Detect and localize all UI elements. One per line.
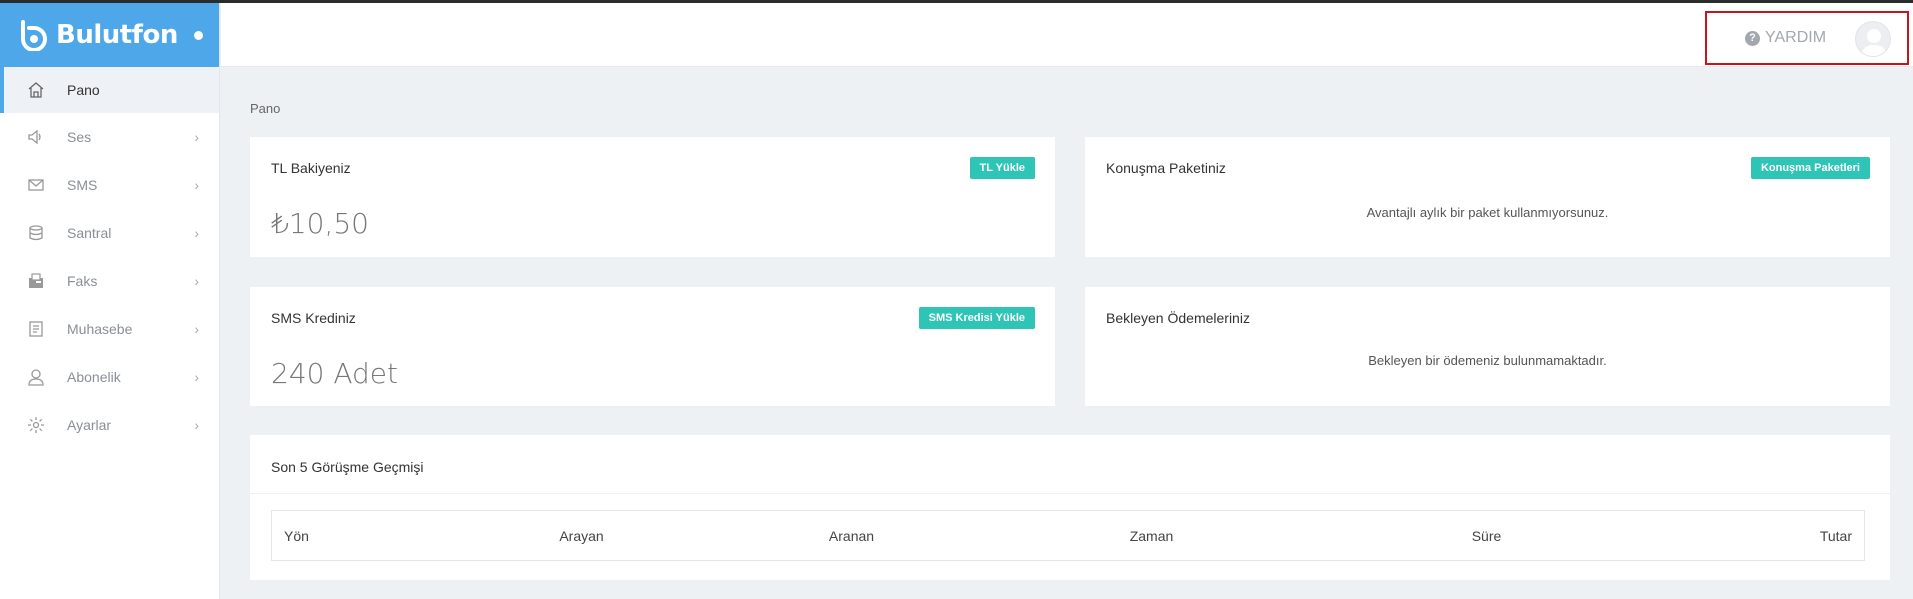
help-link[interactable]: ? YARDIM <box>1745 29 1826 47</box>
brand-bar[interactable]: Bulutfon <box>0 3 219 67</box>
chevron-right-icon: › <box>194 273 199 289</box>
top-header: ? YARDIM <box>221 3 1913 67</box>
column-header[interactable]: Yön <box>272 511 452 561</box>
sidebar-item-label: Ses <box>67 129 92 145</box>
document-icon <box>26 319 46 339</box>
call-history-card: Son 5 Görüşme Geçmişi Yön Arayan Aranan … <box>250 435 1890 580</box>
sidebar-item-label: Faks <box>67 273 98 289</box>
pending-payments-card: Bekleyen Ödemeleriniz Bekleyen bir ödeme… <box>1085 287 1890 406</box>
card-title: TL Bakiyeniz <box>271 160 351 176</box>
brand-status-dot <box>193 30 203 40</box>
chevron-right-icon: › <box>194 417 199 433</box>
help-user-area: ? YARDIM <box>1705 11 1909 65</box>
sidebar-item-label: Abonelik <box>67 369 121 385</box>
sms-credit-value: 240 Adet <box>271 357 398 390</box>
window-top-border <box>0 0 1913 3</box>
envelope-icon <box>26 175 46 195</box>
column-header[interactable]: Arayan <box>452 511 712 561</box>
speaker-icon <box>26 127 46 147</box>
sidebar-item-label: Santral <box>67 225 112 241</box>
help-label: YARDIM <box>1765 29 1827 46</box>
chevron-right-icon: › <box>194 321 199 337</box>
bulutfon-logo-icon <box>16 17 52 53</box>
sidebar-item-muhasebe[interactable]: Muhasebe › <box>0 305 219 353</box>
column-header[interactable]: Zaman <box>992 511 1312 561</box>
tl-load-button[interactable]: TL Yükle <box>969 157 1035 179</box>
sidebar-nav: Pano Ses › SMS › Santral › Faks › Muhase… <box>0 67 219 449</box>
sidebar-item-santral[interactable]: Santral › <box>0 209 219 257</box>
sidebar-item-sms[interactable]: SMS › <box>0 161 219 209</box>
gear-icon <box>26 415 46 435</box>
avatar[interactable] <box>1855 21 1891 57</box>
home-icon <box>26 80 46 100</box>
sidebar-item-pano[interactable]: Pano <box>0 67 219 113</box>
user-icon <box>26 367 46 387</box>
chevron-right-icon: › <box>194 129 199 145</box>
column-header[interactable]: Aranan <box>712 511 992 561</box>
breadcrumb[interactable]: Pano <box>250 101 280 116</box>
chevron-right-icon: › <box>194 177 199 193</box>
call-packages-button[interactable]: Konuşma Paketleri <box>1750 157 1870 179</box>
package-message: Avantajlı aylık bir paket kullanmıyorsun… <box>1366 205 1609 220</box>
divider <box>250 493 1890 494</box>
sidebar-item-ses[interactable]: Ses › <box>0 113 219 161</box>
question-circle-icon: ? <box>1745 30 1760 46</box>
sidebar: Bulutfon Pano Ses › SMS › Santral › Faks… <box>0 3 220 599</box>
sidebar-item-label: Ayarlar <box>67 417 112 433</box>
sidebar-item-faks[interactable]: Faks › <box>0 257 219 305</box>
call-history-table: Yön Arayan Aranan Zaman Süre Tutar <box>271 510 1865 561</box>
sidebar-item-ayarlar[interactable]: Ayarlar › <box>0 401 219 449</box>
table-header-row: Yön Arayan Aranan Zaman Süre Tutar <box>272 511 1865 561</box>
fax-icon <box>26 271 46 291</box>
card-title: Son 5 Görüşme Geçmişi <box>271 459 424 475</box>
call-package-card: Konuşma Paketiniz Konuşma Paketleri Avan… <box>1085 137 1890 257</box>
tl-balance-value: ₺10,50 <box>271 207 369 240</box>
sidebar-item-label: SMS <box>67 177 98 193</box>
chevron-right-icon: › <box>194 225 199 241</box>
sms-credit-load-button[interactable]: SMS Kredisi Yükle <box>918 307 1035 329</box>
tl-balance-card: TL Bakiyeniz TL Yükle ₺10,50 <box>250 137 1055 257</box>
column-header[interactable]: Tutar <box>1662 511 1865 561</box>
sidebar-item-label: Pano <box>67 82 100 98</box>
card-title: SMS Krediniz <box>271 310 356 326</box>
sidebar-item-abonelik[interactable]: Abonelik › <box>0 353 219 401</box>
brand-name: Bulutfon <box>56 20 178 50</box>
card-title: Konuşma Paketiniz <box>1106 160 1226 176</box>
database-icon <box>26 223 46 243</box>
sms-credit-card: SMS Krediniz SMS Kredisi Yükle 240 Adet <box>250 287 1055 406</box>
payments-message: Bekleyen bir ödemeniz bulunmamaktadır. <box>1368 353 1607 368</box>
card-title: Bekleyen Ödemeleriniz <box>1106 310 1250 326</box>
chevron-right-icon: › <box>194 369 199 385</box>
column-header[interactable]: Süre <box>1312 511 1662 561</box>
sidebar-item-label: Muhasebe <box>67 321 133 337</box>
